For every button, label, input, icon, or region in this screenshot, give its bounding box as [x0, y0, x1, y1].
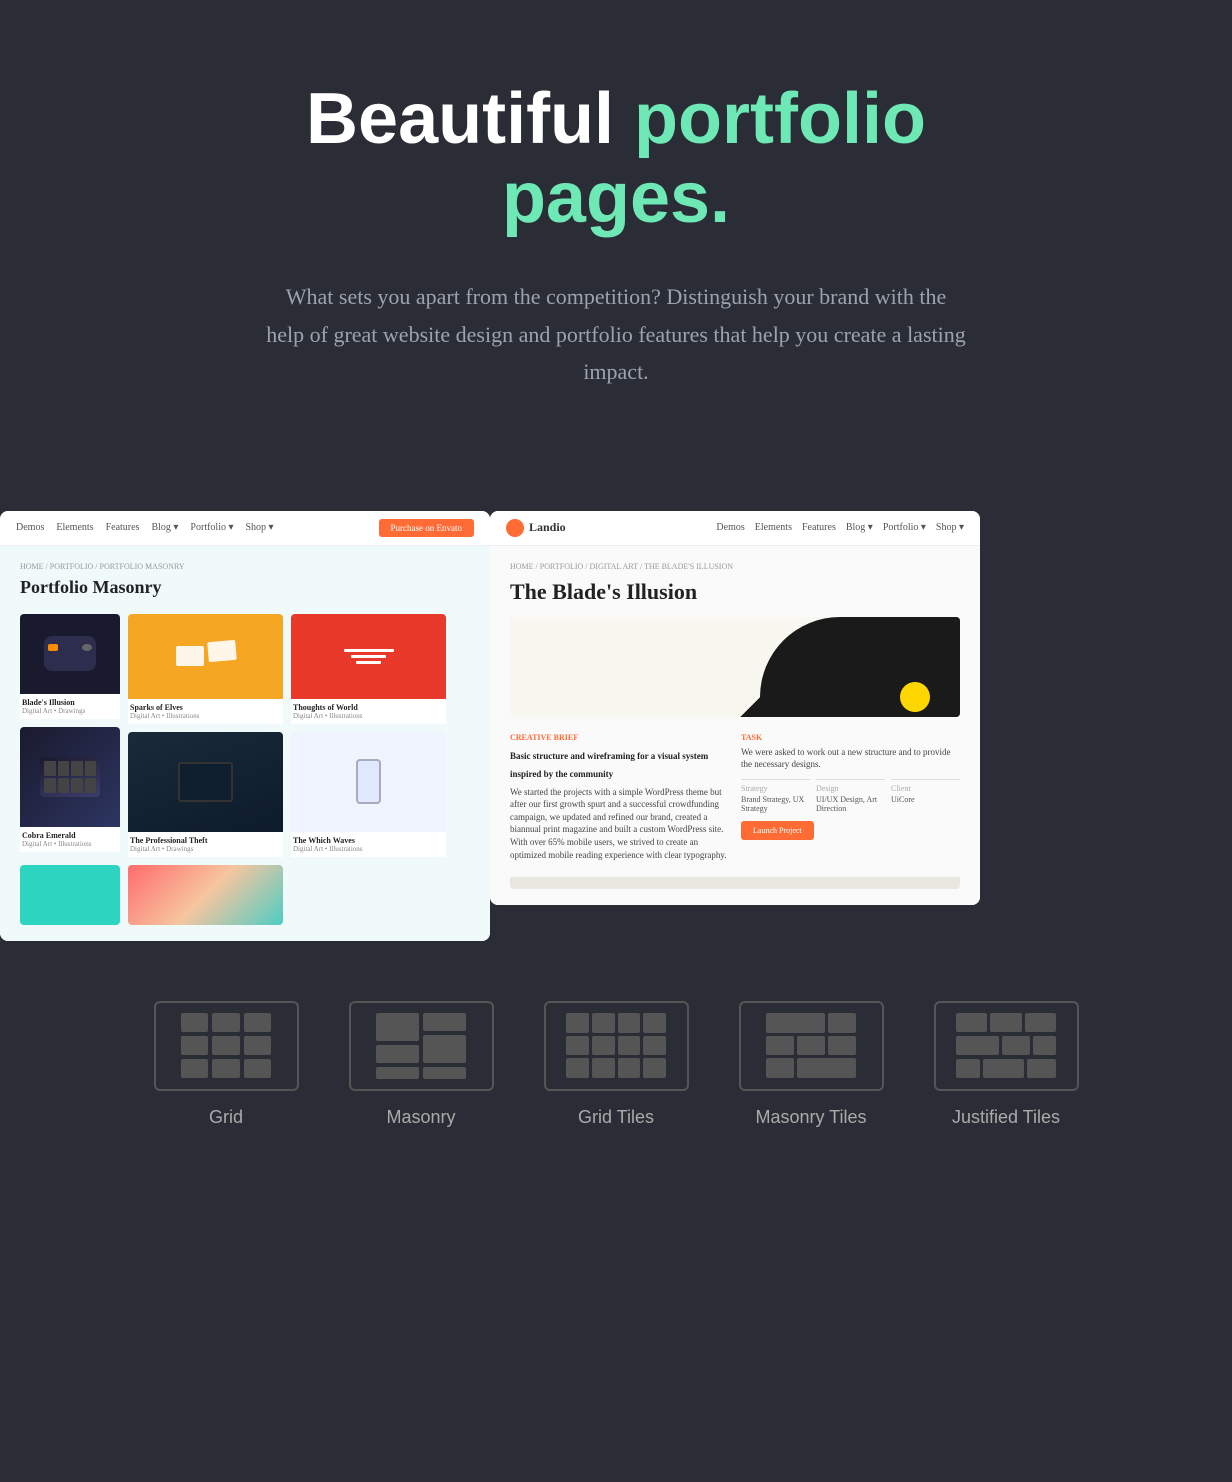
right-nav-portfolio[interactable]: Portfolio ▾ [883, 522, 926, 533]
justified-tiles-icon-wrapper[interactable] [934, 1001, 1079, 1091]
masonry-label: Masonry [386, 1107, 455, 1128]
blade-object [760, 617, 960, 717]
masonry-extra-1 [20, 865, 120, 925]
masonry-col-2: Sparks of Elves Digital Art • Illustrati… [128, 614, 283, 857]
right-content-area: HOME / PORTFOLIO / DIGITAL ART / THE BLA… [490, 546, 980, 906]
masonry-grid-preview: Blade's Illusion Digital Art • Drawings [20, 614, 470, 857]
hero-section: Beautiful portfolio pages. What sets you… [0, 0, 1232, 451]
grid-tiles-icon-wrapper[interactable] [544, 1001, 689, 1091]
item-phone [291, 732, 446, 832]
layout-option-justified-tiles[interactable]: Justified Tiles [934, 1001, 1079, 1128]
masonry-col-3: Thoughts of World Digital Art • Illustra… [291, 614, 446, 857]
right-nav-features[interactable]: Features [802, 522, 836, 533]
item-tablet [128, 732, 283, 832]
right-nav-blog[interactable]: Blog ▾ [846, 522, 873, 533]
right-hero-image [510, 617, 960, 717]
left-page-title: Portfolio Masonry [20, 577, 470, 598]
nav-portfolio[interactable]: Portfolio ▾ [190, 522, 233, 533]
masonry-extra-2 [128, 865, 283, 925]
masonry-tiles-icon-wrapper[interactable] [739, 1001, 884, 1091]
left-content-area: HOME / PORTFOLIO / PORTFOLIO MASONRY Por… [0, 546, 490, 941]
item-label-thoughts: Thoughts of World [293, 703, 444, 712]
layouts-section: Grid Masonry [0, 941, 1232, 1208]
right-page-title: The Blade's Illusion [510, 579, 960, 605]
launch-project-button[interactable]: Launch Project [741, 821, 814, 840]
strategy-label: Strategy [741, 784, 810, 793]
right-browser-window: Landio Demos Elements Features Blog ▾ Po… [490, 511, 980, 906]
yellow-ball [900, 682, 930, 712]
justified-tiles-icon [956, 1013, 1056, 1078]
layout-option-masonry[interactable]: Masonry [349, 1001, 494, 1128]
task-label: TASK [741, 733, 960, 742]
left-cta-button[interactable]: Purchase on Envato [379, 519, 474, 537]
layout-option-grid[interactable]: Grid [154, 1001, 299, 1128]
landio-logo: Landio [506, 519, 566, 537]
item-orange [128, 614, 283, 699]
nav-blog[interactable]: Blog ▾ [151, 522, 178, 533]
item-label-sparks: Sparks of Elves [130, 703, 281, 712]
right-nav-shop[interactable]: Shop ▾ [936, 522, 964, 533]
task-section: TASK We were asked to work out a new str… [741, 733, 960, 862]
left-browser-window: Demos Elements Features Blog ▾ Portfolio… [0, 511, 490, 941]
right-breadcrumb: HOME / PORTFOLIO / DIGITAL ART / THE BLA… [510, 562, 960, 571]
grid-icon [181, 1013, 271, 1078]
justified-tiles-label: Justified Tiles [952, 1107, 1060, 1128]
masonry-layout-icon [376, 1013, 466, 1078]
left-nav-bar: Demos Elements Features Blog ▾ Portfolio… [0, 511, 490, 546]
page-wrapper: Beautiful portfolio pages. What sets you… [0, 0, 1232, 1208]
client-label: Client [891, 784, 960, 793]
layout-option-grid-tiles[interactable]: Grid Tiles [544, 1001, 689, 1128]
screenshots-section: Demos Elements Features Blog ▾ Portfolio… [0, 451, 1232, 941]
strategy-meta: Strategy Brand Strategy, UX Strategy [741, 779, 810, 813]
grid-tiles-label: Grid Tiles [578, 1107, 654, 1128]
masonry-icon-wrapper[interactable] [349, 1001, 494, 1091]
grid-tiles-icon [566, 1013, 666, 1078]
grid-icon-wrapper[interactable] [154, 1001, 299, 1091]
grid-label: Grid [209, 1107, 243, 1128]
task-body: We were asked to work out a new structur… [741, 746, 960, 771]
creative-brief-label: CREATIVE BRIEF [510, 733, 729, 742]
right-nav-links: Demos Elements Features Blog ▾ Portfolio… [716, 522, 964, 533]
grid-cell [181, 1013, 208, 1032]
hero-title: Beautiful portfolio pages. [200, 80, 1032, 238]
layout-option-masonry-tiles[interactable]: Masonry Tiles [739, 1001, 884, 1128]
left-nav-links: Demos Elements Features Blog ▾ Portfolio… [16, 522, 274, 533]
design-label: Design [816, 784, 885, 793]
nav-demos[interactable]: Demos [16, 522, 44, 533]
landio-logo-text: Landio [529, 520, 566, 535]
design-value: UI/UX Design, Art Direction [816, 795, 885, 813]
nav-shop[interactable]: Shop ▾ [246, 522, 274, 533]
client-meta: Client UiCore [891, 779, 960, 813]
right-nav-bar: Landio Demos Elements Features Blog ▾ Po… [490, 511, 980, 546]
item-controller [20, 614, 120, 694]
design-meta: Design UI/UX Design, Art Direction [816, 779, 885, 813]
right-nav-demos[interactable]: Demos [716, 522, 744, 533]
left-screenshot[interactable]: Demos Elements Features Blog ▾ Portfolio… [0, 511, 490, 941]
landio-logo-icon [506, 519, 524, 537]
nav-elements[interactable]: Elements [56, 522, 93, 533]
masonry-col-1: Blade's Illusion Digital Art • Drawings [20, 614, 120, 857]
hero-description: What sets you apart from the competition… [266, 278, 966, 390]
project-details: CREATIVE BRIEF Basic structure and wiref… [510, 733, 960, 862]
item-dark-keyboard [20, 727, 120, 827]
masonry-tiles-icon [766, 1013, 856, 1078]
strategy-value: Brand Strategy, UX Strategy [741, 795, 810, 813]
right-nav-elements[interactable]: Elements [755, 522, 792, 533]
item-red [291, 614, 446, 699]
hero-title-white: Beautiful [306, 79, 634, 159]
masonry-tiles-label: Masonry Tiles [755, 1107, 866, 1128]
left-breadcrumb: HOME / PORTFOLIO / PORTFOLIO MASONRY [20, 562, 470, 571]
client-value: UiCore [891, 795, 960, 804]
creative-brief-section: CREATIVE BRIEF Basic structure and wiref… [510, 733, 729, 862]
right-screenshot[interactable]: Landio Demos Elements Features Blog ▾ Po… [490, 511, 980, 941]
nav-features[interactable]: Features [106, 522, 140, 533]
creative-brief-title: Basic structure and wireframing for a vi… [510, 751, 708, 779]
creative-brief-body: We started the projects with a simple Wo… [510, 786, 729, 862]
